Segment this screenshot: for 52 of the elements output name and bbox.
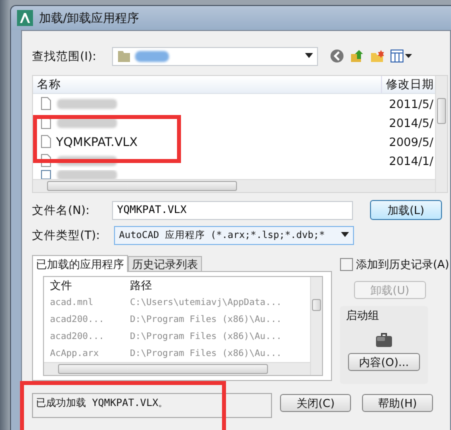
horizontal-scrollbar[interactable] — [44, 362, 310, 375]
file-row[interactable]: YQMKPAT.VLX 2009/5/ — [33, 132, 435, 151]
back-icon[interactable] — [330, 49, 344, 63]
file-type-dropdown[interactable]: AutoCAD 应用程序 (*.arx;*.lsp;*.dvb;* — [114, 226, 354, 244]
file-row[interactable]: 2014/1/ — [33, 151, 435, 170]
table-cell: D:\Program Files (x86)\Au... — [130, 332, 282, 342]
up-folder-icon[interactable] — [350, 49, 364, 63]
checkbox-label[interactable]: 添加到历史记录(A) — [356, 257, 450, 272]
file-date: 2014/1/ — [388, 152, 434, 170]
contents-button[interactable]: 内容(O)... — [348, 353, 420, 371]
blurred-folder-name — [135, 50, 169, 62]
new-folder-icon[interactable] — [370, 49, 384, 63]
table-cell-text: acad200... — [49, 332, 106, 342]
column-header[interactable]: 路径 — [130, 278, 152, 293]
tab[interactable]: 已加载的应用程序 — [32, 255, 128, 272]
blurred-file-name — [57, 170, 117, 179]
file-row[interactable]: 2011/5/ — [33, 94, 435, 113]
file-date: 2011/5/ — [388, 96, 434, 112]
help-button[interactable]: 帮助(H) — [362, 394, 433, 412]
history-checkbox[interactable] — [340, 258, 353, 271]
file-icon[interactable] — [41, 97, 51, 110]
file-name-field[interactable]: YQMKPAT.VLX — [112, 200, 353, 220]
folder-icon[interactable] — [117, 49, 131, 63]
field-label: 文件类型(T): — [32, 228, 101, 242]
table-cell-text: AcApp.arx — [49, 348, 100, 358]
file-date: 2014/5/ — [388, 114, 434, 132]
column-header[interactable]: 名称 — [33, 76, 381, 93]
table-cell: D:\Program Files (x86)\Au... — [130, 314, 282, 324]
column-header[interactable]: 文件 — [44, 278, 130, 293]
vertical-scrollbar[interactable] — [435, 76, 447, 192]
caret-icon[interactable] — [305, 53, 313, 59]
view-menu-icon[interactable] — [390, 49, 412, 63]
file-row[interactable]: 2014/5/ — [33, 113, 435, 132]
tab[interactable]: 历史记录列表 — [128, 256, 202, 271]
file-icon[interactable] — [41, 135, 51, 148]
caret-icon[interactable] — [341, 232, 349, 238]
field-label: 查找范围(I): — [32, 48, 98, 64]
file-date: 2009/5/ — [388, 134, 434, 150]
close-button[interactable]: 关闭(C) — [280, 394, 351, 412]
window-title: 加载/卸载应用程序 — [39, 10, 140, 26]
load-button[interactable]: 加载(L) — [370, 200, 442, 220]
status-message: 已成功加载 YQMKPAT.VLX。 — [32, 393, 272, 418]
file-name: YQMKPAT.VLX — [56, 134, 138, 148]
table-cell: D:\Program Files (x86)\Au... — [130, 348, 282, 358]
table-cell: C:\Users\utemiavj\AppData... — [130, 298, 282, 308]
vertical-scrollbar[interactable] — [310, 277, 322, 375]
group-title: 启动组 — [346, 308, 380, 323]
table-cell-text: acad.mnl — [49, 298, 94, 308]
table-cell-text: acad200... — [49, 314, 106, 324]
app-icon[interactable] — [17, 10, 33, 26]
horizontal-scrollbar[interactable] — [33, 179, 435, 192]
field-label: 文件名(N): — [32, 202, 90, 218]
